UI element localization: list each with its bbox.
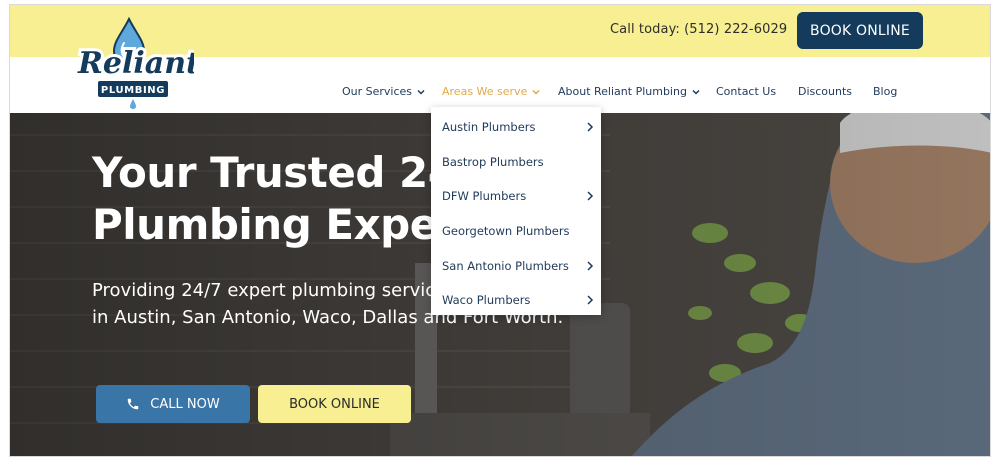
reliant-plumbing-logo[interactable]: Reliant Reliant PLUMBING — [74, 15, 194, 115]
dropdown-item-dfw[interactable]: DFW Plumbers — [442, 189, 526, 203]
nav-discounts[interactable]: Discounts — [798, 85, 852, 98]
nav-blog[interactable]: Blog — [873, 85, 897, 98]
call-today-text[interactable]: Call today: (512) 222-6029 — [610, 22, 787, 37]
browser-viewport: Call today: (512) 222-6029 BOOK ONLINE O… — [9, 4, 991, 457]
book-online-hero-button[interactable]: BOOK ONLINE — [258, 385, 411, 423]
nav-label: Contact Us — [716, 85, 777, 98]
chevron-right-icon — [587, 261, 594, 271]
dropdown-item-san-antonio[interactable]: San Antonio Plumbers — [442, 259, 569, 273]
nav-label: Blog — [873, 85, 898, 98]
nav-label: About Reliant Plumbing — [558, 85, 687, 98]
dropdown-item-bastrop[interactable]: Bastrop Plumbers — [442, 155, 544, 169]
logo-subtitle: PLUMBING — [101, 85, 165, 96]
nav-contact-us[interactable]: Contact Us — [716, 85, 776, 98]
chevron-right-icon — [587, 191, 594, 201]
chevron-down-icon — [532, 89, 540, 95]
call-now-button[interactable]: CALL NOW — [96, 385, 250, 423]
chevron-right-icon — [587, 295, 594, 305]
dropdown-item-georgetown[interactable]: Georgetown Plumbers — [442, 224, 570, 238]
chevron-down-icon — [692, 89, 700, 95]
book-online-top-button[interactable]: BOOK ONLINE — [797, 12, 923, 49]
chevron-right-icon — [587, 122, 594, 132]
nav-label: Areas We serve — [442, 85, 528, 98]
logo-wordmark: Reliant — [77, 46, 194, 81]
nav-about[interactable]: About Reliant Plumbing — [558, 85, 701, 98]
areas-dropdown-menu: Austin Plumbers Bastrop Plumbers DFW Plu… — [431, 107, 601, 315]
nav-label: Discounts — [798, 85, 853, 98]
dropdown-item-austin[interactable]: Austin Plumbers — [442, 120, 536, 134]
dropdown-item-waco[interactable]: Waco Plumbers — [442, 293, 530, 307]
nav-label: Our Services — [342, 85, 413, 98]
nav-areas-we-serve[interactable]: Areas We serve — [442, 85, 541, 98]
call-now-label: CALL NOW — [150, 396, 220, 412]
nav-our-services[interactable]: Our Services — [342, 85, 426, 98]
phone-icon — [128, 398, 139, 410]
chevron-down-icon — [417, 89, 425, 95]
